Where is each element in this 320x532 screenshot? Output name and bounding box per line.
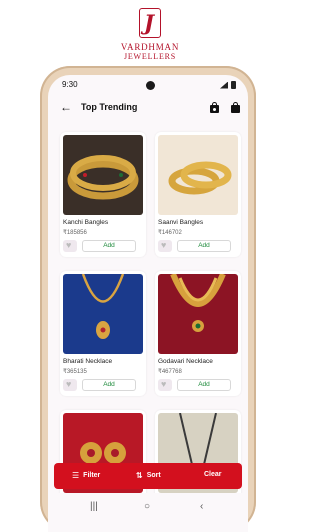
product-name: Saanvi Bangles <box>158 219 204 226</box>
app-screen: 9:30 ← Top Trending Kanchi Bangles ₹1858… <box>48 75 248 532</box>
product-price: ₹365135 <box>63 369 87 375</box>
battery-icon <box>231 81 236 89</box>
brand-subtitle: JEWELLERS <box>123 52 177 61</box>
product-name: Bharati Necklace <box>63 358 113 365</box>
sort-button[interactable]: ⇅ Sort <box>136 471 161 480</box>
status-icons <box>220 81 236 89</box>
status-time: 9:30 <box>62 80 78 89</box>
clear-label: Clear <box>204 471 222 478</box>
product-image <box>63 274 143 354</box>
product-image <box>63 135 143 215</box>
product-price: ₹146702 <box>158 230 182 236</box>
wishlist-heart-icon[interactable]: ♥ <box>158 240 172 252</box>
clear-button[interactable]: Clear <box>204 471 222 478</box>
filter-icon: ☰ <box>72 471 80 480</box>
back-arrow-icon[interactable]: ← <box>60 100 72 114</box>
home-icon[interactable]: ○ <box>144 501 150 512</box>
add-button[interactable]: Add <box>82 379 136 391</box>
product-card[interactable]: Kanchi Bangles ₹185856 ♥ Add <box>60 132 146 257</box>
filter-label: Filter <box>83 472 101 479</box>
cart-bag-icon[interactable] <box>231 102 240 113</box>
action-bar: ☰ Filter ⇅ Sort Clear <box>54 463 242 489</box>
product-name: Kanchi Bangles <box>63 219 109 226</box>
system-nav-bar: ||| ○ ‹ <box>48 493 248 532</box>
status-bar: 9:30 <box>48 75 248 95</box>
product-card[interactable]: Bharati Necklace ₹365135 ♥ Add <box>60 271 146 396</box>
wishlist-heart-icon[interactable]: ♥ <box>158 379 172 391</box>
product-name: Godavari Necklace <box>158 358 213 365</box>
app-bar: ← Top Trending <box>48 97 248 119</box>
back-nav-icon[interactable]: ‹ <box>200 501 203 512</box>
brand-name: VARDHMAN <box>120 42 180 52</box>
product-image <box>158 274 238 354</box>
filter-button[interactable]: ☰ Filter <box>72 471 100 480</box>
add-button[interactable]: Add <box>177 379 231 391</box>
signal-icon <box>220 81 228 89</box>
wishlist-heart-icon[interactable]: ♥ <box>63 379 77 391</box>
brand-monogram: J <box>139 8 161 38</box>
product-price: ₹467768 <box>158 369 182 375</box>
shopping-bag-icon[interactable] <box>210 102 219 113</box>
add-button[interactable]: Add <box>177 240 231 252</box>
product-price: ₹185856 <box>63 230 87 236</box>
page-title: Top Trending <box>81 102 138 112</box>
recents-icon[interactable]: ||| <box>90 501 98 512</box>
sort-label: Sort <box>146 472 161 479</box>
sort-icon: ⇅ <box>136 471 143 480</box>
product-card[interactable]: Saanvi Bangles ₹146702 ♥ Add <box>155 132 241 257</box>
brand-logo: J VARDHMAN JEWELLERS <box>0 6 300 64</box>
add-button[interactable]: Add <box>82 240 136 252</box>
product-image <box>158 135 238 215</box>
wishlist-heart-icon[interactable]: ♥ <box>63 240 77 252</box>
product-card[interactable]: Godavari Necklace ₹467768 ♥ Add <box>155 271 241 396</box>
camera-cutout <box>146 81 155 90</box>
